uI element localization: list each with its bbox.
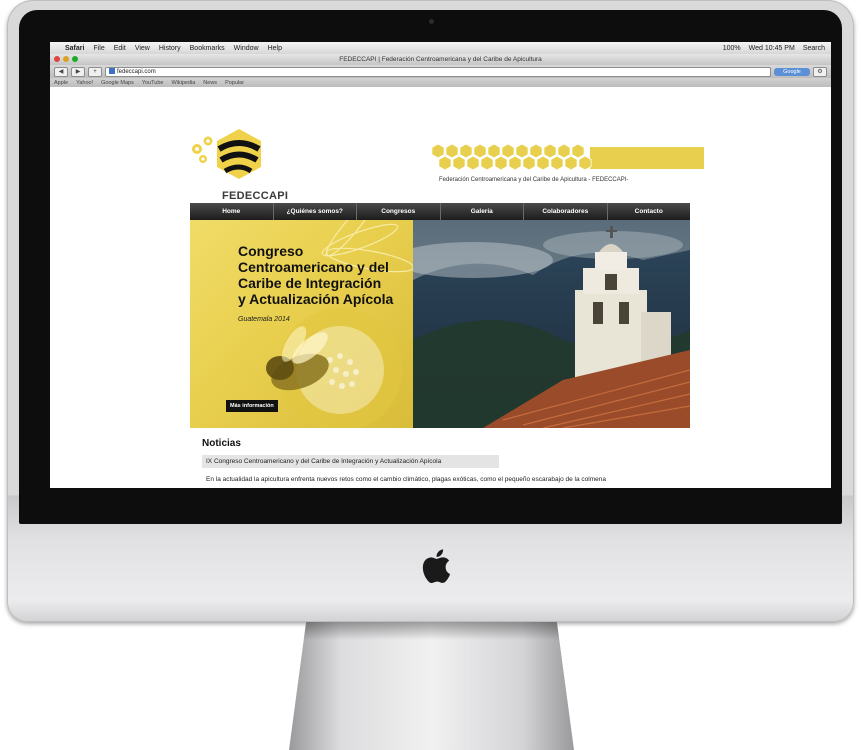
news-excerpt: En la actualidad la apicultura enfrenta … [206,476,606,483]
menu-view[interactable]: View [135,45,150,52]
hero-subtitle: Guatemala 2014 [238,316,290,323]
hero-promo-panel: Congreso Centroamericano y del Caribe de… [190,220,413,428]
add-bookmark-icon[interactable]: + [88,66,102,77]
back-icon[interactable]: ◀ [54,66,68,77]
apple-logo-icon [422,549,451,584]
honeycomb-cell [578,155,592,171]
nav-home[interactable]: Home [190,203,274,220]
honeycomb-cell [438,155,452,171]
main-nav: Home ¿Quiénes somos? Congresos Galería C… [190,203,690,220]
site-tagline: Federación Centroamericana y del Caribe … [439,177,629,183]
hero-title-line: Caribe de Integración [238,275,382,291]
favicon-icon [109,67,115,74]
honeycomb-cell [480,155,494,171]
url-input[interactable]: fedeccapi.com [105,66,771,77]
bookmark-item[interactable]: Wikipedia [171,80,195,86]
menu-bookmarks[interactable]: Bookmarks [190,45,225,52]
honeycomb-banner [431,143,704,171]
honeycomb-cell [515,143,529,159]
menu-help[interactable]: Help [268,45,282,52]
browser-titlebar: FEDECCAPI | Federación Centroamericana y… [50,54,831,65]
bookmark-item[interactable]: News [203,80,217,86]
hero-photo [393,220,690,428]
honeycomb-cell [431,143,445,159]
web-page: FEDECCAPI Federación Centroamericana y d… [50,87,831,488]
nav-colaboradores[interactable]: Colaboradores [524,203,608,220]
honeycomb-cell [536,155,550,171]
bookmark-item[interactable]: Popular [225,80,244,86]
window-title: FEDECCAPI | Federación Centroamericana y… [339,56,542,63]
bookmark-item[interactable]: Yahoo! [76,80,93,86]
os-menubar: Safari File Edit View History Bookmarks … [50,42,831,54]
honeycomb-cell [501,143,515,159]
hero-title: Congreso Centroamericano y del Caribe de… [238,243,413,307]
honeycomb-cell [466,155,480,171]
close-window-icon[interactable] [54,56,60,62]
nav-contacto[interactable]: Contacto [608,203,691,220]
honeycomb-cell [571,143,585,159]
hero-title-line: Congreso [238,243,304,259]
honeycomb-cell [459,143,473,159]
url-text: fedeccapi.com [117,68,156,75]
nav-congresos[interactable]: Congresos [357,203,441,220]
honeycomb-cell [557,143,571,159]
news-heading: Noticias [202,438,241,449]
honeycomb-cell [522,155,536,171]
bookmark-item[interactable]: Apple [54,80,68,86]
bookmark-item[interactable]: Google Maps [101,80,134,86]
screen: Safari File Edit View History Bookmarks … [50,42,831,488]
bookmark-item[interactable]: YouTube [142,80,164,86]
clock[interactable]: Wed 10:45 PM [749,45,795,52]
logo-text: FEDECCAPI [222,190,289,202]
church-landscape-image [393,220,690,428]
honeycomb-cell [550,155,564,171]
menu-history[interactable]: History [159,45,181,52]
zoom-window-icon[interactable] [72,56,78,62]
news-item-link[interactable]: IX Congreso Centroamericano y del Caribe… [202,455,499,468]
hero-title-line: y Actualización Apícola [238,291,394,307]
honeycomb-cell [494,155,508,171]
spotlight-search[interactable]: Search [803,45,825,52]
honeycomb-cell [543,143,557,159]
battery-status[interactable]: 100% [723,45,741,52]
hero-banner: Congreso Centroamericano y del Caribe de… [190,220,690,428]
hero-title-line: Centroamericano y del [238,259,389,275]
settings-icon[interactable]: ⚙ [813,66,827,77]
menu-safari[interactable]: Safari [65,45,84,52]
honeycomb-cell [445,143,459,159]
menu-file[interactable]: File [93,45,104,52]
honeycomb-cell [487,143,501,159]
fedeccapi-logo-icon[interactable] [189,127,279,187]
nav-galeria[interactable]: Galería [441,203,524,220]
honeycomb-cell [473,143,487,159]
browser-toolbar: ◀ ▶ + fedeccapi.com Google ⚙ [50,65,831,78]
camera-icon [429,19,434,24]
search-field[interactable]: Google [774,67,810,76]
nav-quienes-somos[interactable]: ¿Quiénes somos? [274,203,357,220]
honeycomb-cell [564,155,578,171]
menu-edit[interactable]: Edit [114,45,126,52]
more-info-button[interactable]: Más información [226,400,278,412]
honeycomb-cell [508,155,522,171]
honeycomb-cell [529,143,543,159]
honeycomb-cell [452,155,466,171]
minimize-window-icon[interactable] [63,56,69,62]
menu-window[interactable]: Window [234,45,259,52]
imac-stand [289,622,574,750]
forward-icon[interactable]: ▶ [71,66,85,77]
